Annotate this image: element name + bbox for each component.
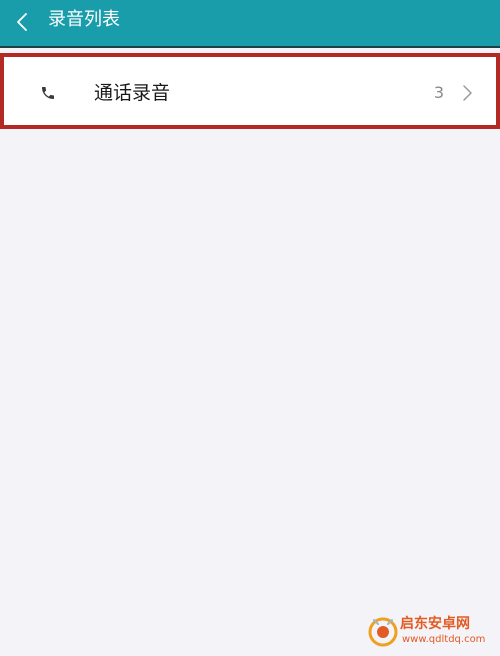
- list-item-label: 通话录音: [94, 82, 171, 104]
- chevron-right-icon: [463, 85, 472, 101]
- app-bar: 录音列表: [0, 0, 500, 48]
- phone-icon: [42, 87, 54, 99]
- page-title: 录音列表: [48, 9, 120, 30]
- chevron-left-icon: [17, 13, 27, 31]
- watermark-url: www.qdltdq.com: [402, 634, 486, 645]
- watermark: 启东安卓网 www.qdltdq.com: [366, 610, 492, 650]
- watermark-name: 启东安卓网: [400, 616, 470, 632]
- watermark-logo-icon: [368, 617, 398, 647]
- back-button[interactable]: [6, 6, 38, 38]
- list-item-count: 3: [433, 83, 444, 102]
- list-item-call-recordings[interactable]: 通话录音 3: [0, 53, 500, 129]
